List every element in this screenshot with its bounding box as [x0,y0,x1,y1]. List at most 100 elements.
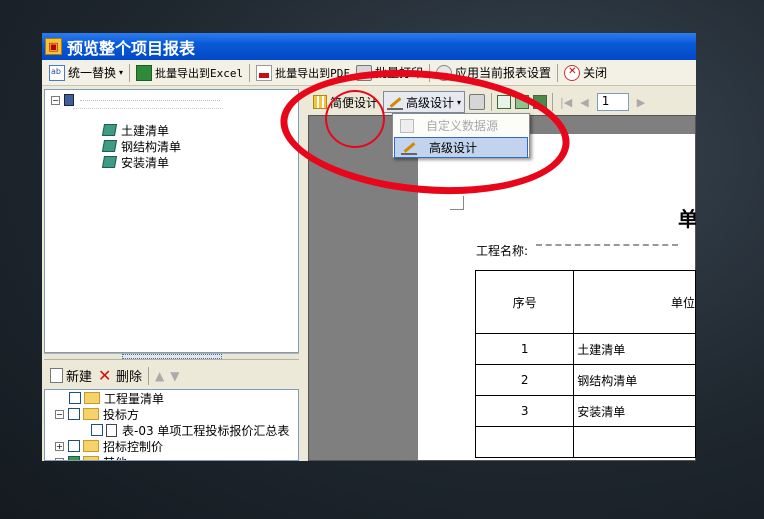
toolbar-divider [552,93,554,111]
report-tree-label: 招标控制价 [103,439,164,454]
report-tree-item[interactable]: + 招标控制价 [45,438,298,454]
export-pdf-label: 批量导出到PDF [275,66,351,80]
toolbar-divider [491,93,493,111]
tree-item-label: 钢结构清单 [121,139,182,154]
report-list-toolbar: 新建 ✕ 删除 ▲ ▼ [44,363,299,388]
export-excel-button[interactable]: 批量导出到Excel [133,62,246,84]
prev-page-icon[interactable]: ◀ [580,96,588,109]
report-preview[interactable] [308,115,696,461]
cube-icon [101,124,118,136]
settings-icon [436,64,453,81]
collapse-icon[interactable]: − [55,409,64,419]
toolbar-divider [557,63,559,82]
checkbox[interactable] [68,456,80,460]
advanced-design-menu: 自定义数据源 高级设计 [392,113,530,158]
folder-icon [83,456,99,460]
replace-label: 统一替换 [68,66,117,80]
chevron-down-icon: ▾ [119,68,124,77]
splitter-grip[interactable] [122,354,222,359]
close-button[interactable]: 关闭 [561,62,610,84]
tree-item-label: 安装清单 [121,155,170,170]
next-page-icon[interactable]: ▶ [637,96,645,109]
redacted-subnode [73,108,223,112]
project-icon [64,94,74,106]
advanced-design-label: 高级设计 [406,95,455,110]
delete-button[interactable]: 删除 [116,366,142,385]
move-up-icon[interactable]: ▲ [155,369,164,383]
cube-icon [101,140,118,152]
printer-icon[interactable] [469,94,486,110]
title-bar[interactable]: ▣ 预览整个项目报表 [42,33,696,60]
replace-button[interactable]: 统一替换 ▾ [46,62,126,84]
report-tree-item[interactable]: − 投标方 [45,406,298,422]
tree-children: 土建清单 钢结构清单 安装清单 [45,122,298,170]
printer-icon [356,64,373,81]
tree-item-install[interactable]: 安装清单 [101,154,298,170]
batch-print-label: 批量打印 [375,66,424,80]
replace-icon [49,64,65,81]
tree-item-steel[interactable]: 钢结构清单 [101,138,298,154]
toolbar-divider [429,63,431,82]
collapse-icon[interactable]: − [51,95,60,105]
close-label: 关闭 [583,66,608,80]
checkbox[interactable] [68,408,80,420]
advanced-design-button[interactable]: 高级设计 ▾ [383,91,466,113]
apply-settings-button[interactable]: 应用当前报表设置 [433,62,554,84]
report-tree-label: 其他 [103,454,127,461]
report-tree-label: 表-03 单项工程投标报价汇总表 [122,423,290,438]
checkbox[interactable] [68,440,80,452]
simple-design-button[interactable]: 简便设计 [310,91,381,113]
menu-item-advanced-design[interactable]: 高级设计 [394,137,528,158]
report-tree-label: 工程量清单 [104,391,165,406]
folder-icon [84,392,100,404]
toolbar-divider [148,366,150,385]
project-tree[interactable]: − 土建清单 钢结构清单 安装清单 [44,89,299,353]
new-button[interactable]: 新建 [66,366,92,385]
first-page-icon[interactable]: |◀ [560,96,572,109]
preview-window: ▣ 预览整个项目报表 统一替换 ▾ 批量导出到Excel 批量导出到PDF 批量… [42,33,696,461]
checkbox[interactable] [69,392,81,404]
export-pdf-button[interactable]: 批量导出到PDF [253,62,353,84]
checkbox[interactable] [91,424,103,436]
advanced-design-icon [387,95,404,110]
report-tree-label: 投标方 [103,407,140,422]
move-down-icon[interactable]: ▼ [170,369,179,383]
folder-icon [83,408,99,420]
tree-root[interactable]: − [45,92,298,108]
simple-design-icon [313,95,327,109]
menu-item-custom-datasource[interactable]: 自定义数据源 [394,115,528,136]
two-page-icon[interactable] [515,95,530,109]
redacted-project-name [80,99,220,101]
expand-icon[interactable]: + [55,457,64,460]
cube-icon [101,156,118,168]
pdf-icon [256,64,273,81]
crop-mark [450,196,464,210]
report-toolbar: 简便设计 高级设计 ▾ |◀ ◀ 1 ▶ [310,90,696,114]
datasource-icon [400,118,414,133]
expand-icon[interactable]: + [55,441,64,451]
toolbar-divider [249,63,251,82]
single-page-icon[interactable] [497,95,512,109]
toolbar-divider [129,63,131,82]
advanced-design-icon [401,140,417,155]
export-excel-label: 批量导出到Excel [155,66,244,80]
document-icon [106,423,117,437]
app-icon: ▣ [45,38,62,55]
multi-page-icon[interactable] [533,95,548,109]
report-tree-item[interactable]: 工程量清单 [45,390,298,406]
simple-design-label: 简便设计 [330,95,379,110]
folder-icon [83,440,99,452]
tree-item-label: 土建清单 [121,123,170,138]
batch-print-button[interactable]: 批量打印 [353,62,426,84]
page-number-input[interactable]: 1 [596,93,629,111]
main-toolbar: 统一替换 ▾ 批量导出到Excel 批量导出到PDF 批量打印 应用当前报表设置… [42,60,696,86]
chevron-down-icon: ▾ [457,97,462,107]
panel-splitter[interactable] [44,353,299,360]
report-tree-item[interactable]: + 其他 [45,454,298,461]
window-title: 预览整个项目报表 [67,38,196,58]
tree-item-civil[interactable]: 土建清单 [101,122,298,138]
menu-item-label: 自定义数据源 [426,119,499,133]
report-tree[interactable]: 工程量清单 − 投标方 表-03 单项工程投标报价汇总表 + 招标控制价 + 其… [44,389,299,461]
report-page [418,134,695,460]
report-tree-item[interactable]: 表-03 单项工程投标报价汇总表 [45,422,298,438]
